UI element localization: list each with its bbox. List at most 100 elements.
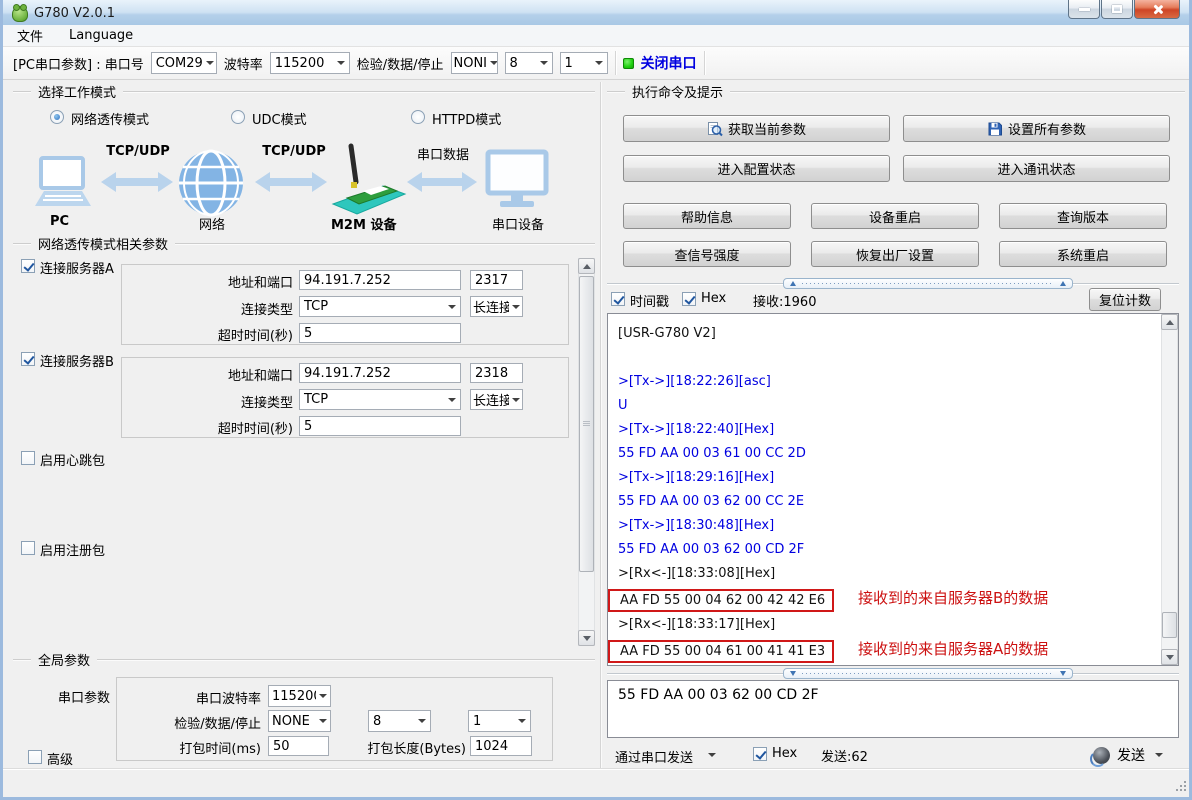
timeout-label: 超时时间(秒) bbox=[133, 325, 293, 344]
log-line bbox=[618, 346, 1168, 370]
server-a-label[interactable]: 连接服务器A bbox=[40, 258, 114, 277]
window-title: G780 V2.0.1 bbox=[34, 6, 115, 21]
com-port-select[interactable]: COM29 bbox=[151, 52, 217, 74]
arrow-left-right-icon bbox=[101, 169, 173, 195]
register-label[interactable]: 启用注册包 bbox=[40, 540, 105, 559]
radio-net-transparent-label[interactable]: 网络透传模式 bbox=[71, 109, 149, 128]
splitter-dots bbox=[802, 283, 1054, 284]
advanced-label[interactable]: 高级 bbox=[47, 749, 73, 768]
server-a-timeout-input[interactable] bbox=[299, 323, 461, 343]
radio-httpd-mode[interactable] bbox=[411, 110, 425, 124]
databits-select[interactable]: 8 bbox=[505, 52, 553, 74]
left-scrollbar-up-button[interactable] bbox=[578, 258, 595, 274]
chevron-down-icon bbox=[337, 61, 345, 65]
server-b-checkbox[interactable] bbox=[21, 352, 35, 366]
com-port-value: COM29 bbox=[156, 56, 203, 71]
server-a-connmode-select[interactable]: 长连接 bbox=[470, 296, 523, 317]
packlen-input[interactable] bbox=[470, 736, 532, 756]
title-bar[interactable]: G780 V2.0.1 bbox=[0, 0, 1192, 28]
advanced-checkbox[interactable] bbox=[28, 750, 42, 764]
query-version-button[interactable]: 查询版本 bbox=[999, 203, 1167, 229]
recv-hex-label[interactable]: Hex bbox=[701, 291, 726, 306]
baud-value: 115200 bbox=[275, 56, 325, 71]
log-line: >[Tx->][18:30:48][Hex] bbox=[618, 514, 1168, 538]
splitter-handle-top[interactable] bbox=[783, 278, 1073, 289]
server-a-port-input[interactable] bbox=[470, 270, 523, 290]
packtime-input[interactable] bbox=[268, 736, 329, 756]
laptop-icon bbox=[31, 156, 95, 214]
send-hex-label[interactable]: Hex bbox=[772, 746, 797, 761]
send-via-select[interactable]: 通过串口发送 bbox=[615, 747, 693, 766]
send-button[interactable]: 发送 bbox=[1093, 743, 1179, 767]
server-b-port-input[interactable] bbox=[470, 363, 523, 383]
enter-config-button[interactable]: 进入配置状态 bbox=[623, 155, 890, 182]
enter-comm-button[interactable]: 进入通讯状态 bbox=[903, 155, 1170, 182]
packlen-label: 打包长度(Bytes) bbox=[355, 738, 466, 757]
parity-select[interactable]: NONI bbox=[451, 52, 498, 74]
serial-stopbits-value: 1 bbox=[473, 714, 481, 729]
timestamp-label[interactable]: 时间戳 bbox=[630, 291, 669, 310]
close-button[interactable] bbox=[1134, 0, 1180, 19]
radio-udc-mode[interactable] bbox=[231, 110, 245, 124]
send-hex-checkbox[interactable] bbox=[753, 747, 767, 761]
help-button[interactable]: 帮助信息 bbox=[623, 203, 791, 229]
get-params-button[interactable]: 获取当前参数 bbox=[623, 115, 890, 142]
serial-baud-select[interactable]: 115200 bbox=[268, 685, 331, 707]
server-b-label[interactable]: 连接服务器B bbox=[40, 351, 114, 370]
server-a-address-input[interactable] bbox=[299, 270, 461, 290]
menu-file[interactable]: 文件 bbox=[17, 26, 43, 45]
system-reboot-button[interactable]: 系统重启 bbox=[999, 241, 1167, 267]
splitter-handle-bottom[interactable] bbox=[783, 668, 1073, 679]
serial-parity-select[interactable]: NONE bbox=[268, 710, 331, 732]
timeout-label: 超时时间(秒) bbox=[133, 418, 293, 437]
link3-label: 串口数据 bbox=[409, 144, 477, 163]
send-count: 发送:62 bbox=[821, 746, 868, 765]
heartbeat-checkbox[interactable] bbox=[21, 451, 35, 465]
server-b-timeout-input[interactable] bbox=[299, 416, 461, 436]
reset-count-button[interactable]: 复位计数 bbox=[1089, 288, 1161, 311]
menu-language[interactable]: Language bbox=[69, 28, 133, 43]
factory-reset-button[interactable]: 恢复出厂设置 bbox=[811, 241, 979, 267]
radio-httpd-label[interactable]: HTTPD模式 bbox=[432, 109, 501, 128]
server-a-checkbox[interactable] bbox=[21, 259, 35, 273]
reboot-device-button[interactable]: 设备重启 bbox=[811, 203, 979, 229]
serial-params-label: 串口参数 bbox=[58, 687, 110, 706]
app-window: G780 V2.0.1 文件 Language [PC串口参数] : 串口号 C… bbox=[0, 0, 1192, 800]
send-input[interactable]: 55 FD AA 00 03 62 00 CD 2F bbox=[607, 680, 1179, 738]
chevron-down-icon[interactable] bbox=[708, 753, 716, 757]
timestamp-checkbox[interactable] bbox=[611, 292, 625, 306]
highlighted-hex-data: AA FD 55 00 04 62 00 42 42 E6 bbox=[608, 589, 834, 612]
query-signal-button[interactable]: 查信号强度 bbox=[623, 241, 791, 267]
recv-count: 接收:1960 bbox=[753, 291, 816, 310]
log-line: 55 FD AA 00 03 61 00 CC 2D bbox=[618, 442, 1168, 466]
serial-stopbits-select[interactable]: 1 bbox=[468, 710, 531, 732]
serial-baud-value: 115200 bbox=[272, 689, 316, 704]
recv-hex-checkbox[interactable] bbox=[682, 292, 696, 306]
baud-select[interactable]: 115200 bbox=[270, 52, 350, 74]
radio-udc-label[interactable]: UDC模式 bbox=[252, 109, 307, 128]
maximize-button[interactable] bbox=[1101, 0, 1133, 19]
register-checkbox[interactable] bbox=[21, 541, 35, 555]
receive-log[interactable]: [USR-G780 V2] >[Tx->][18:22:26][asc]U>[T… bbox=[607, 313, 1179, 666]
serial-databits-select[interactable]: 8 bbox=[368, 710, 431, 732]
radio-net-transparent-mode[interactable] bbox=[50, 110, 64, 124]
minimize-button[interactable] bbox=[1068, 0, 1100, 19]
resize-grip-icon[interactable] bbox=[1175, 780, 1187, 792]
stopbits-select[interactable]: 1 bbox=[560, 52, 608, 74]
left-scrollbar-thumb[interactable] bbox=[579, 276, 594, 572]
triangle-up-icon bbox=[583, 264, 591, 269]
log-scrollbar-up-button[interactable] bbox=[1161, 314, 1178, 330]
chevron-down-icon bbox=[518, 719, 526, 723]
heartbeat-label[interactable]: 启用心跳包 bbox=[40, 450, 105, 469]
set-params-button[interactable]: 设置所有参数 bbox=[903, 115, 1170, 142]
server-b-type-select[interactable]: TCP bbox=[299, 389, 461, 410]
server-a-type-select[interactable]: TCP bbox=[299, 296, 461, 317]
left-scrollbar-down-button[interactable] bbox=[578, 630, 595, 646]
server-b-connmode-select[interactable]: 长连接 bbox=[470, 389, 523, 410]
close-port-button[interactable]: 关闭串口 bbox=[641, 53, 697, 73]
menu-bar: 文件 Language bbox=[3, 25, 1189, 47]
server-b-address-input[interactable] bbox=[299, 363, 461, 383]
log-scrollbar-thumb[interactable] bbox=[1162, 612, 1177, 638]
log-scrollbar-down-button[interactable] bbox=[1161, 649, 1178, 665]
commands-caption: 执行命令及提示 bbox=[607, 82, 1185, 101]
